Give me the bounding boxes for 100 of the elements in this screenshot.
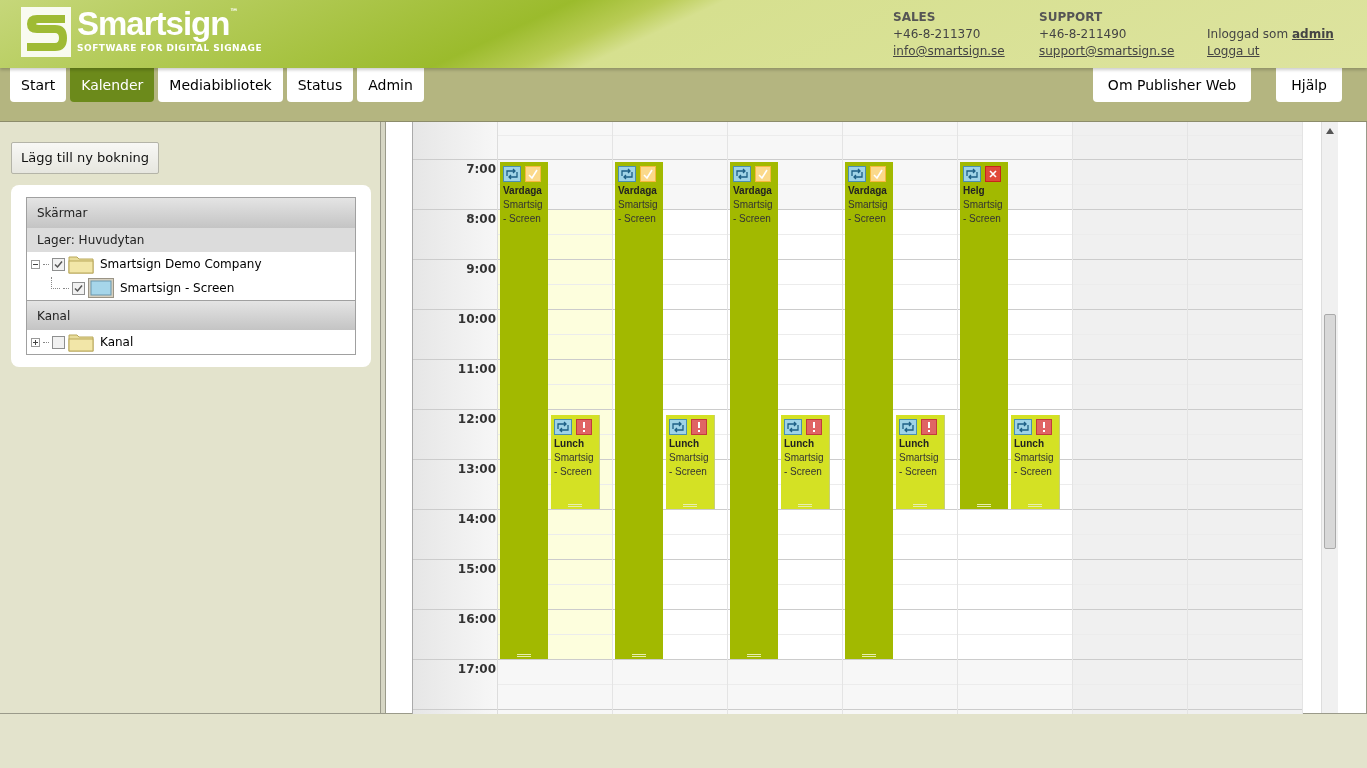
event-title: Vardaga — [733, 184, 773, 198]
resize-handle[interactable] — [683, 504, 697, 507]
nav-tab[interactable]: Mediabibliotek — [158, 68, 283, 102]
hour-label: 15:00 — [457, 561, 496, 578]
layer-label: Lager: Huvudytan — [27, 228, 355, 252]
checkbox[interactable] — [52, 257, 65, 271]
phone-number: +46-8-211370 — [893, 26, 982, 43]
hour-label: 14:00 — [457, 511, 496, 528]
expand-toggle[interactable] — [31, 337, 40, 347]
resize-handle[interactable] — [517, 654, 531, 657]
resize-handle[interactable] — [747, 654, 761, 657]
event-screen: - Screen — [503, 212, 542, 226]
event-screen: Smartsig — [1014, 451, 1055, 465]
repeat-icon — [618, 166, 636, 182]
repeat-icon — [784, 419, 802, 435]
event-screen: Smartsig — [899, 451, 940, 465]
tree-item-label[interactable]: Kanal — [100, 333, 134, 351]
scroll-up-icon[interactable] — [1326, 128, 1334, 134]
hour-label: 12:00 — [457, 411, 496, 428]
resize-handle[interactable] — [632, 654, 646, 657]
tree-line — [51, 277, 60, 289]
tree-item-label[interactable]: Smartsign Demo Company — [100, 255, 262, 273]
resize-handle[interactable] — [862, 654, 876, 657]
hour-label: 16:00 — [457, 611, 496, 628]
event-screen: Smartsig — [618, 198, 659, 212]
calendar-event[interactable]: Lunch Smartsig - Screen — [896, 415, 945, 509]
calendar-event[interactable]: Lunch Smartsig - Screen — [781, 415, 830, 509]
resize-handle[interactable] — [798, 504, 812, 507]
event-screen: - Screen — [554, 465, 593, 479]
event-title: Vardaga — [503, 184, 543, 198]
event-screen: - Screen — [733, 212, 772, 226]
checkbox[interactable] — [52, 335, 65, 349]
contact-heading: SUPPORT — [1039, 9, 1104, 26]
resize-handle[interactable] — [913, 504, 927, 507]
nav-button[interactable]: Om Publisher Web — [1092, 68, 1252, 102]
nav-tab[interactable]: Start — [10, 68, 67, 102]
resize-handle[interactable] — [977, 504, 991, 507]
event-screen: - Screen — [963, 212, 1002, 226]
event-screen: Smartsig — [503, 198, 544, 212]
email-link[interactable]: info@smartsign.se — [893, 43, 1005, 60]
monitor-icon — [88, 278, 114, 298]
event-screen: - Screen — [784, 465, 823, 479]
add-booking-button[interactable]: Lägg till ny bokning — [11, 142, 160, 174]
tree-line — [63, 287, 69, 289]
event-screen: - Screen — [669, 465, 708, 479]
event-screen: - Screen — [618, 212, 657, 226]
calendar-event[interactable]: Vardaga Smartsig - Screen — [845, 162, 893, 659]
event-title: Lunch — [669, 437, 700, 451]
logout-link[interactable]: Logga ut — [1207, 43, 1260, 60]
nav-tab[interactable]: Kalender — [70, 68, 155, 102]
hour-label: 13:00 — [457, 461, 496, 478]
email-link[interactable]: support@smartsign.se — [1039, 43, 1175, 60]
folder-icon — [68, 254, 94, 274]
event-title: Lunch — [1014, 437, 1045, 451]
logo-icon — [21, 7, 71, 57]
hour-label: 10:00 — [457, 311, 496, 328]
resize-handle[interactable] — [1028, 504, 1042, 507]
hour-label: 11:00 — [457, 361, 496, 378]
calendar-event[interactable]: Vardaga Smartsig - Screen — [615, 162, 663, 659]
event-title: Vardaga — [848, 184, 888, 198]
scrollbar[interactable] — [1321, 122, 1338, 713]
checkbox[interactable] — [72, 281, 85, 295]
username-link[interactable]: admin — [1291, 27, 1334, 41]
event-screen: Smartsig — [554, 451, 595, 465]
repeat-icon — [554, 419, 572, 435]
event-screen: - Screen — [1014, 465, 1053, 479]
calendar-event[interactable]: Lunch Smartsig - Screen — [666, 415, 715, 509]
repeat-icon — [848, 166, 866, 182]
calendar-event[interactable]: Helg Smartsig - Screen — [960, 162, 1008, 509]
brand-tagline: SOFTWARE FOR DIGITAL SIGNAGE — [77, 43, 263, 53]
tree-line — [43, 263, 49, 265]
event-screen: Smartsig — [669, 451, 710, 465]
calendar-event[interactable]: Lunch Smartsig - Screen — [551, 415, 600, 509]
hour-label: 8:00 — [466, 211, 496, 228]
event-screen: Smartsig — [963, 198, 1004, 212]
nav-button[interactable]: Hjälp — [1276, 68, 1342, 102]
calendar-event[interactable]: Vardaga Smartsig - Screen — [500, 162, 548, 659]
event-screen: Smartsig — [848, 198, 889, 212]
event-screen: Smartsig — [784, 451, 825, 465]
hour-label: 7:00 — [466, 161, 496, 178]
collapse-toggle[interactable] — [31, 259, 40, 269]
tree-item-label[interactable]: Smartsign - Screen — [120, 279, 235, 297]
event-title: Lunch — [784, 437, 815, 451]
event-title: Helg — [963, 184, 986, 198]
hour-label: 17:00 — [457, 661, 496, 678]
hour-label: 9:00 — [466, 261, 496, 278]
repeat-icon — [1014, 419, 1032, 435]
nav-tab[interactable]: Admin — [357, 68, 424, 102]
resize-handle[interactable] — [568, 504, 582, 507]
event-title: Lunch — [899, 437, 930, 451]
folder-icon — [68, 332, 94, 352]
trademark: ™ — [229, 7, 239, 17]
event-screen: Smartsig — [733, 198, 774, 212]
tree-line — [43, 341, 49, 343]
calendar-event[interactable]: Lunch Smartsig - Screen — [1011, 415, 1060, 509]
calendar-event[interactable]: Vardaga Smartsig - Screen — [730, 162, 778, 659]
section-header: Kanal — [27, 300, 355, 330]
repeat-icon — [963, 166, 981, 182]
nav-tab[interactable]: Status — [286, 68, 354, 102]
section-header: Skärmar — [27, 198, 355, 228]
